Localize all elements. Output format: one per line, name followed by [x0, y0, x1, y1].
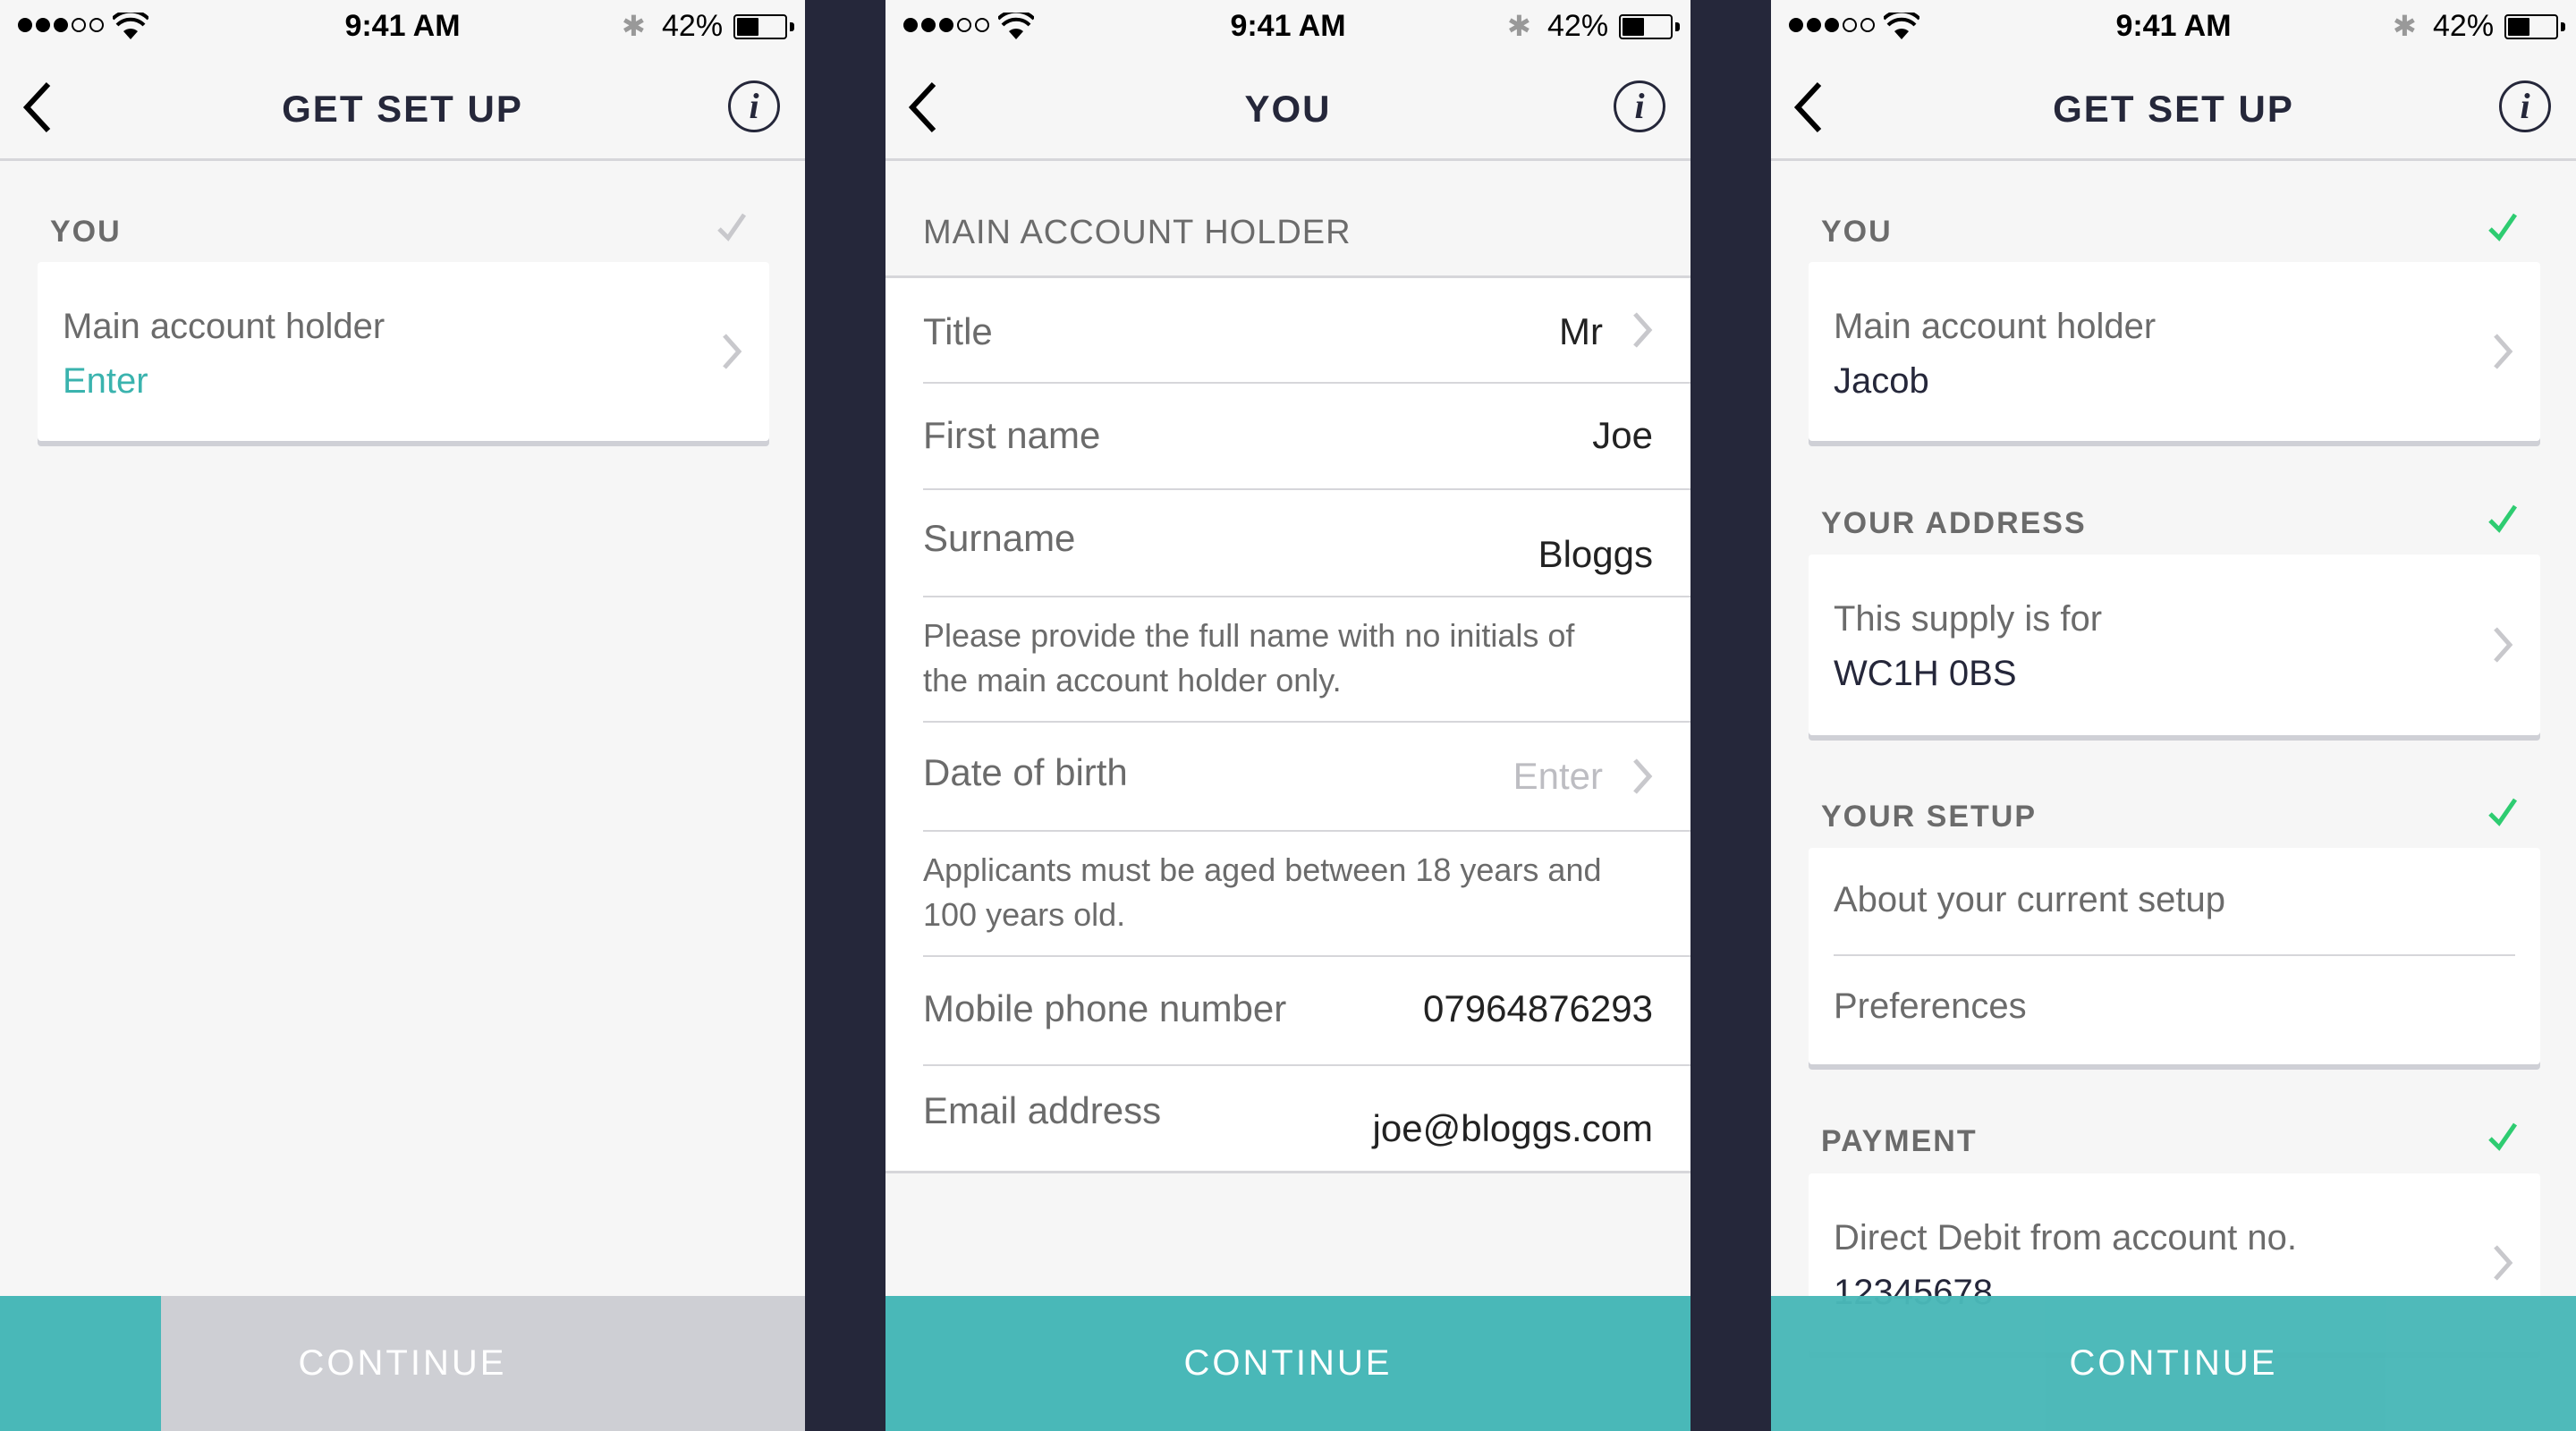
field-surname[interactable]: Surname Bloggs: [923, 490, 1690, 597]
check-icon: [2488, 504, 2518, 533]
age-help-note: Applicants must be aged between 18 years…: [923, 832, 1690, 957]
battery-icon: [733, 14, 794, 39]
row-main-account-holder[interactable]: Main account holder Enter: [38, 262, 769, 441]
battery-percent: 42%: [1547, 9, 1609, 43]
field-date-of-birth[interactable]: Date of birth Enter: [923, 723, 1690, 832]
check-icon: [2488, 1122, 2518, 1151]
page-title: GET SET UP: [2053, 88, 2294, 130]
status-bar: 9:41 AM ✱ 42%: [0, 0, 805, 54]
field-label: Date of birth: [923, 751, 1128, 793]
field-placeholder: Enter: [1513, 755, 1603, 797]
section-header-you: YOU: [1821, 213, 2538, 250]
battery-icon: [2504, 14, 2565, 39]
continue-label: CONTINUE: [1183, 1343, 1393, 1383]
status-bar: 9:41 AM ✱ 42%: [886, 0, 1690, 54]
screen-you-form: 9:41 AM ✱ 42% YOU i MAIN ACCOUNT HOLDER …: [886, 0, 1690, 1431]
row-label: This supply is for: [1834, 599, 2103, 639]
screen-get-set-up-initial: 9:41 AM ✱ 42% GET SET UP i YOU Main acco…: [0, 0, 805, 1431]
check-icon: [2488, 798, 2518, 826]
nav-bar: GET SET UP i: [0, 54, 805, 161]
section-title: YOU: [1821, 215, 1893, 249]
screen-divider: [805, 0, 886, 1431]
row-label: Main account holder: [63, 307, 386, 346]
row-current-setup[interactable]: About your current setup: [1809, 848, 2540, 954]
chevron-right-icon: [1633, 312, 1653, 348]
nav-bar: YOU i: [886, 54, 1690, 161]
section-header-setup: YOUR SETUP: [1821, 798, 2538, 834]
field-value: joe@bloggs.com: [1372, 1107, 1653, 1149]
field-label: Email address: [923, 1089, 1162, 1131]
section-title: PAYMENT: [1821, 1124, 1978, 1158]
section-header-address: YOUR ADDRESS: [1821, 504, 2538, 541]
info-icon[interactable]: i: [1614, 80, 1665, 132]
section-title: MAIN ACCOUNT HOLDER: [923, 214, 1352, 251]
chevron-right-icon: [2494, 1245, 2513, 1281]
chevron-right-icon: [2494, 334, 2513, 369]
section-header-payment: PAYMENT: [1821, 1122, 2538, 1159]
info-icon[interactable]: i: [2499, 80, 2551, 132]
status-bar: 9:41 AM ✱ 42%: [1771, 0, 2576, 54]
bluetooth-icon: ✱: [1507, 10, 1531, 42]
bluetooth-icon: ✱: [2393, 10, 2417, 42]
continue-button[interactable]: CONTINUE: [1771, 1296, 2576, 1431]
screen-get-set-up-complete: 9:41 AM ✱ 42% GET SET UP i YOU Main acco…: [1771, 0, 2576, 1431]
chevron-right-icon: [1633, 758, 1653, 794]
row-label: Main account holder: [1834, 307, 2157, 346]
card-address: This supply is for WC1H 0BS: [1809, 555, 2540, 735]
row-value: Enter: [63, 361, 148, 401]
section-title: YOU: [50, 215, 122, 249]
check-icon: [717, 213, 747, 241]
continue-label: CONTINUE: [2069, 1343, 2278, 1383]
field-value: Bloggs: [1538, 533, 1653, 575]
battery-percent: 42%: [2433, 9, 2495, 43]
field-value: Joe: [1592, 414, 1653, 456]
continue-label: CONTINUE: [298, 1343, 507, 1383]
screen-divider: [1690, 0, 1771, 1431]
field-value: 07964876293: [1423, 987, 1653, 1029]
page-title: GET SET UP: [282, 88, 523, 130]
row-label: Direct Debit from account no.: [1834, 1218, 2297, 1257]
field-value: Mr: [1559, 310, 1603, 352]
row-main-account-holder[interactable]: Main account holder Jacob: [1809, 262, 2540, 441]
account-holder-form: Title Mr First name Joe Surname Bloggs P…: [886, 278, 1690, 1173]
field-label: Mobile phone number: [923, 987, 1287, 1029]
card-main-account-holder: Main account holder Enter: [38, 262, 769, 441]
page-title: YOU: [1244, 88, 1332, 130]
check-icon: [2488, 213, 2518, 241]
chevron-right-icon: [723, 334, 742, 369]
field-email[interactable]: Email address joe@bloggs.com: [923, 1066, 1690, 1171]
section-header-band: MAIN ACCOUNT HOLDER: [886, 164, 1690, 278]
field-title[interactable]: Title Mr: [923, 278, 1690, 384]
continue-button[interactable]: CONTINUE: [0, 1296, 805, 1431]
continue-button[interactable]: CONTINUE: [886, 1296, 1690, 1431]
chevron-right-icon: [2494, 627, 2513, 663]
nav-bar: GET SET UP i: [1771, 54, 2576, 161]
row-label: About your current setup: [1834, 880, 2226, 919]
info-icon[interactable]: i: [728, 80, 780, 132]
section-header-you: YOU: [50, 213, 767, 250]
battery-icon: [1619, 14, 1680, 39]
field-label: Title: [923, 310, 993, 352]
bluetooth-icon: ✱: [622, 10, 646, 42]
battery-percent: 42%: [662, 9, 724, 43]
progress-fill: [0, 1296, 161, 1431]
field-label: Surname: [923, 517, 1076, 559]
card-main-account-holder: Main account holder Jacob: [1809, 262, 2540, 441]
row-value: Jacob: [1834, 361, 1929, 401]
field-label: First name: [923, 414, 1101, 456]
row-supply-address[interactable]: This supply is for WC1H 0BS: [1809, 555, 2540, 735]
name-help-note: Please provide the full name with no ini…: [923, 597, 1690, 723]
row-value: WC1H 0BS: [1834, 654, 2017, 693]
section-title: YOUR ADDRESS: [1821, 506, 2087, 540]
row-label: Preferences: [1834, 986, 2027, 1026]
section-title: YOUR SETUP: [1821, 800, 2038, 834]
card-setup: About your current setup Preferences: [1809, 848, 2540, 1064]
field-first-name[interactable]: First name Joe: [923, 384, 1690, 490]
row-preferences[interactable]: Preferences: [1809, 956, 2540, 1064]
field-mobile-phone[interactable]: Mobile phone number 07964876293: [923, 957, 1690, 1066]
